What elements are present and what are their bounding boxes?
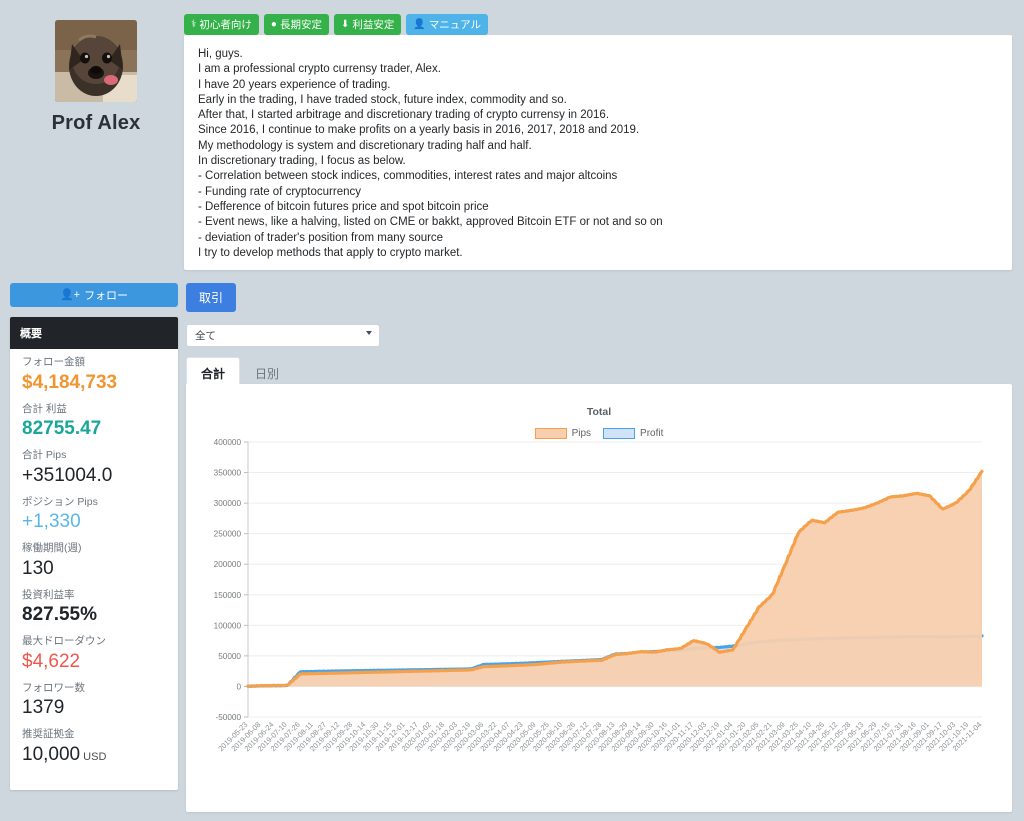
y-axis-tick: 150000 (214, 591, 242, 600)
stat-label: 推奨証拠金 (22, 728, 75, 740)
bio-line: I try to develop methods that apply to c… (198, 246, 463, 259)
avatar (55, 20, 137, 102)
follow-button-label: フォロー (84, 290, 129, 302)
y-axis-tick: 300000 (214, 499, 242, 508)
stat-item: ポジション Pips +1,330 (22, 495, 166, 535)
badge-1[interactable]: ⚕ 初心者向け (184, 14, 259, 35)
bio-line: I am a professional crypto currensy trad… (198, 63, 441, 76)
total-performance-chart: -50000 0 50000 100000 150000 200000 250000 3000… (214, 438, 984, 753)
bio-line: Early in the trading, I have traded stoc… (198, 93, 567, 106)
y-axis-tick: 400000 (214, 438, 242, 447)
stat-value: $4,622 (22, 650, 81, 672)
stat-value: $4,184,733 (22, 371, 118, 393)
bio-line: After that, I started arbitrage and disc… (198, 109, 610, 122)
badge-label: 初心者向け (199, 19, 252, 31)
y-axis-tick: 250000 (214, 530, 242, 539)
stat-unit: USD (80, 750, 107, 763)
y-axis-tick: 100000 (214, 621, 242, 630)
stat-item: フォロワー数 1379 (22, 681, 166, 721)
stat-item: 合計 利益 82755.47 (22, 402, 166, 442)
stat-value: 1379 (22, 697, 65, 719)
stat-label: 最大ドローダウン (22, 635, 106, 647)
stat-value: 130 (22, 557, 54, 579)
trade-button[interactable]: 取引 (186, 283, 237, 312)
chart-title: Total (586, 406, 612, 418)
bio-line: Since 2016, I continue to make profits o… (198, 124, 640, 137)
y-axis-tick: 0 (236, 682, 241, 691)
user-icon: 👤 (413, 18, 426, 30)
bio-line: Hi, guys. (198, 48, 243, 60)
avatar-wrap: Prof Alex (10, 20, 182, 135)
bio-line: - Funding rate of cryptocurrency (198, 185, 361, 198)
stat-value: +351004.0 (22, 464, 113, 486)
bio-line: My methodology is system and discretiona… (198, 139, 532, 152)
stat-item: 合計 Pips +351004.0 (22, 448, 166, 488)
bio-line: I have 20 years experience of trading. (198, 78, 391, 91)
badge-label: マニュアル (428, 19, 481, 31)
summary-stats-list: フォロー金額 $4,184,733 合計 利益 82755.47 合計 Pips +351… (10, 349, 178, 790)
stat-item: 最大ドローダウン $4,622 (22, 634, 166, 674)
stat-value: 82755.47 (22, 418, 102, 440)
profile-column: Prof Alex (10, 8, 182, 135)
dog-photo-avatar (55, 20, 137, 102)
y-axis-tick: 200000 (214, 560, 242, 569)
stat-label: フォロー金額 (22, 356, 85, 368)
stat-item: 推奨証拠金 10,000 USD (22, 727, 166, 767)
filter-select-wrap: 全て (186, 324, 380, 347)
page-title: Prof Alex (51, 112, 141, 134)
bio-line: - Correlation between stock indices, com… (198, 170, 618, 183)
stat-label: 合計 Pips (22, 449, 67, 461)
badge-label: 長期安定 (279, 19, 322, 31)
y-axis-tick: 50000 (218, 652, 241, 661)
profile-page: Prof Alex 👤+ フォロー 概要 フォロー金額 $4,184,733 合計 … (0, 0, 1024, 821)
stat-value: 10,000 USD (22, 743, 107, 765)
follow-button[interactable]: 👤+ フォロー (10, 283, 178, 307)
stat-label: ポジション Pips (22, 495, 98, 508)
stat-label: フォロワー数 (22, 681, 85, 694)
bio-text: Hi, guys. I am a professional crypto curr… (198, 47, 998, 261)
summary-card-title: 概要 (10, 317, 178, 349)
filter-select[interactable]: 全て (186, 324, 380, 347)
y-axis-tick: 350000 (214, 469, 242, 478)
stat-item: 投資利益率 827.55% (22, 588, 166, 628)
badge-4[interactable]: 👤 マニュアル (406, 14, 488, 35)
stat-value: 827.55% (22, 604, 98, 626)
badge-2[interactable]: ● 長期安定 (263, 14, 329, 35)
beginner-icon: ⚕ (191, 18, 197, 30)
stat-label: 合計 利益 (22, 402, 67, 415)
badge-3[interactable]: ⬇ 利益安定 (333, 14, 402, 35)
badge-label: 利益安定 (352, 19, 395, 31)
chart-card: Total Pips Profit -50000 0 50000 100000 15000… (186, 384, 1012, 812)
stat-label: 投資利益率 (22, 588, 75, 601)
y-axis-tick: -50000 (216, 713, 242, 722)
summary-card: 概要 フォロー金額 $4,184,733 合計 利益 82755.47 合計 Pips +… (10, 317, 178, 790)
bio-line: - deviation of trader's position from ma… (198, 231, 444, 244)
bio-line: - Defference of bitcoin futures price an… (198, 200, 489, 213)
bio-line: - Event news, like a halving, listed on … (198, 216, 663, 229)
stat-value: +1,330 (22, 511, 81, 533)
bio-card: Hi, guys. I am a professional crypto curr… (184, 35, 1012, 270)
stat-item: 稼働期間(週) 130 (22, 541, 166, 581)
bio-line: In discretionary trading, I focus as bel… (198, 155, 406, 168)
stat-item: フォロー金額 $4,184,733 (22, 355, 166, 395)
user-plus-icon: 👤+ (59, 288, 81, 301)
stat-label: 稼働期間(週) (22, 542, 82, 554)
download-icon: ⬇ (340, 18, 350, 30)
chart-plot-area: -50000 0 50000 100000 150000 200000 250000 3000… (186, 434, 1012, 812)
droplet-icon: ● (270, 18, 277, 30)
badge-list: ⚕ 初心者向け ● 長期安定 ⬇ 利益安定 👤 マニュアル (184, 14, 488, 35)
